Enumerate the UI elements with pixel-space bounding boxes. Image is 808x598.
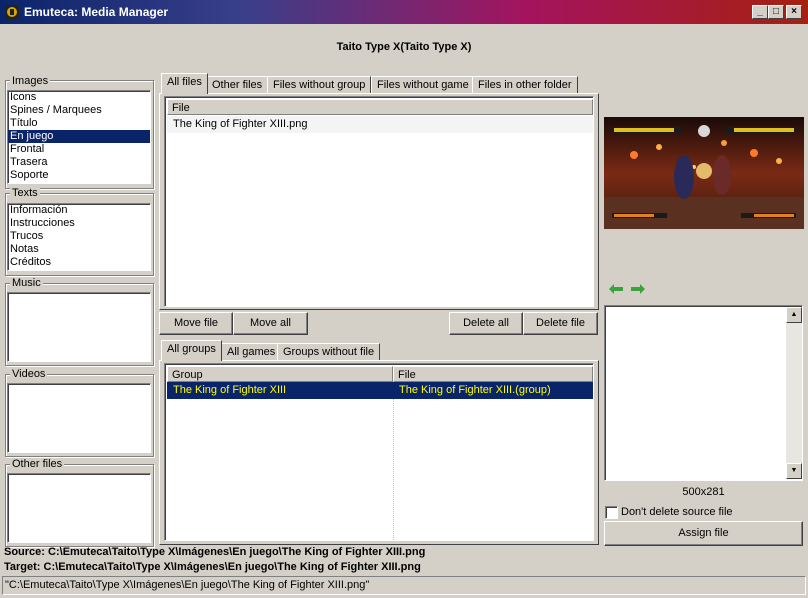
close-button[interactable]: × [786,5,802,19]
arrow-right-icon[interactable] [630,283,646,295]
files-column-header[interactable]: File [167,99,593,115]
images-list-item[interactable]: Frontal [8,143,150,156]
files-grid-row[interactable]: The King of Fighter XIII.png [167,116,593,133]
column-divider [393,399,394,540]
target-label: Target: [4,561,41,573]
target-path: C:\Emuteca\Taito\Type X\Imágenes\En jueg… [43,561,421,573]
dont-delete-label: Don't delete source file [621,506,733,518]
target-line: Target: C:\Emuteca\Taito\Type X\Imágenes… [4,561,421,573]
images-list-item[interactable]: Spines / Marquees [8,104,150,117]
texts-group-label: Texts [10,187,40,199]
source-line: Source: C:\Emuteca\Taito\Type X\Imágenes… [4,546,425,558]
music-listbox[interactable] [7,292,151,362]
preview-image [604,117,804,229]
files-grid[interactable]: File The King of Fighter XIII.png [164,96,594,307]
status-bar: "C:\Emuteca\Taito\Type X\Imágenes\En jue… [2,576,806,595]
tab-files-without-group[interactable]: Files without group [267,76,372,94]
music-group-label: Music [10,277,43,289]
tab-all-files[interactable]: All files [161,73,208,94]
move-all-button[interactable]: Move all [233,312,308,335]
groups-grid[interactable]: Group File The King of Fighter XIII The … [164,363,594,541]
tab-all-groups[interactable]: All groups [161,340,222,361]
move-file-button[interactable]: Move file [159,312,233,335]
file-column-header[interactable]: File [393,366,593,382]
source-path: C:\Emuteca\Taito\Type X\Imágenes\En jueg… [48,546,426,558]
videos-listbox[interactable] [7,383,151,453]
scroll-down-icon[interactable]: ▼ [786,463,802,479]
tab-groups-without-file[interactable]: Groups without file [277,343,381,361]
tab-other-files[interactable]: Other files [206,76,269,94]
tab-files-in-other-folder[interactable]: Files in other folder [472,76,578,94]
images-list-item[interactable]: Soporte [8,169,150,182]
other-files-group-label: Other files [10,458,65,470]
images-group-label: Images [10,75,51,87]
minimize-button[interactable]: _ [752,5,768,19]
videos-group-label: Videos [10,368,48,380]
texts-list-item[interactable]: Trucos [8,230,150,243]
group-column-header[interactable]: Group [167,366,393,382]
image-dimensions: 500x281 [682,486,725,498]
tab-files-without-game[interactable]: Files without game [371,76,475,94]
system-heading: Taito Type X(Taito Type X) [336,41,472,53]
images-listbox[interactable]: Icons Spines / Marquees Título En juego Fron… [7,90,151,184]
title-bar: Emuteca: Media Manager _ □ × [0,0,808,24]
vertical-scrollbar[interactable]: ▲ ▼ [786,307,802,479]
texts-list-item[interactable]: Créditos [8,256,150,269]
images-list-item[interactable]: Título [8,117,150,130]
images-list-item[interactable]: Icons [8,91,150,104]
other-files-listbox[interactable] [7,473,151,543]
window-title: Emuteca: Media Manager [24,5,169,19]
delete-all-button[interactable]: Delete all [449,312,523,335]
dont-delete-checkbox[interactable] [605,506,618,519]
images-list-item[interactable]: Trasera [8,156,150,169]
emuteca-app-icon [5,5,19,19]
texts-list-item[interactable]: Instrucciones [8,217,150,230]
images-list-item[interactable]: En juego [8,130,150,143]
assign-file-button[interactable]: Assign file [604,521,803,546]
texts-list-item[interactable]: Información [8,204,150,217]
text-preview-area[interactable]: ▲ ▼ [604,305,803,481]
tab-all-games[interactable]: All games [221,343,282,361]
delete-file-button[interactable]: Delete file [523,312,598,335]
source-label: Source: [4,546,45,558]
texts-listbox[interactable]: Información Instrucciones Trucos Notas Crédi… [7,203,151,271]
maximize-button[interactable]: □ [768,5,784,19]
arrow-left-icon[interactable] [608,283,624,295]
group-file-cell[interactable]: The King of Fighter XIII.(group) [393,382,593,399]
scroll-up-icon[interactable]: ▲ [786,307,802,323]
group-cell[interactable]: The King of Fighter XIII [167,382,393,399]
texts-list-item[interactable]: Notas [8,243,150,256]
